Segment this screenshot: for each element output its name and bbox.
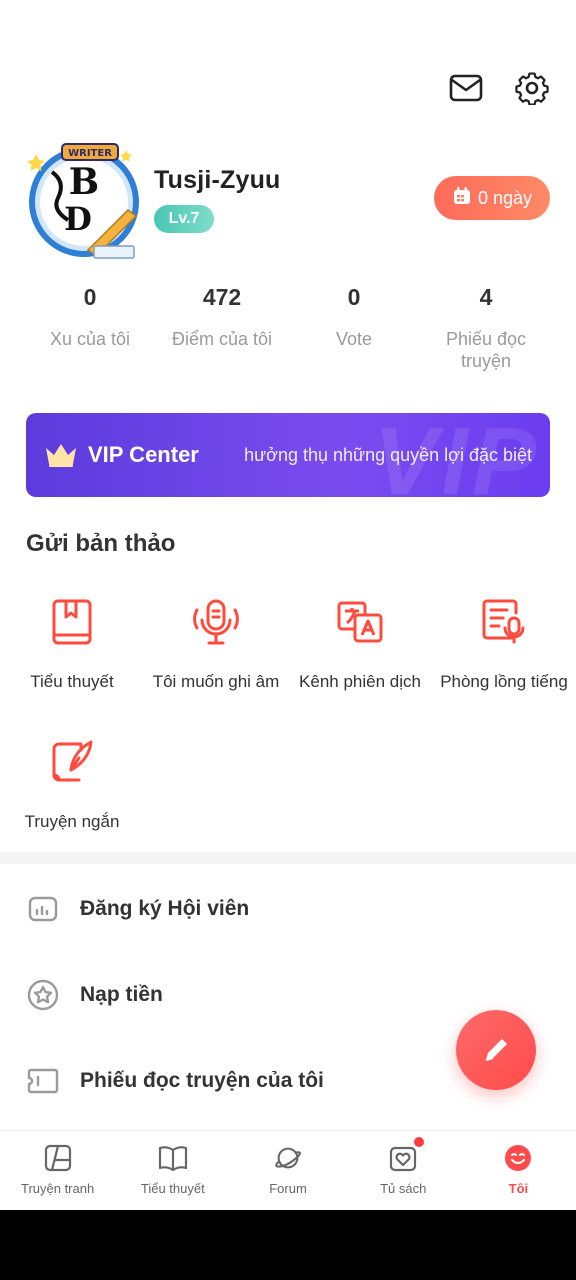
submit-dubbing[interactable]: Phòng lồng tiếng: [432, 592, 576, 732]
vip-center-banner[interactable]: VIP VIP Center hưởng thụ những quyền lợi…: [26, 413, 550, 497]
grid-label: Truyện ngắn: [24, 812, 120, 831]
open-book-icon: [158, 1143, 188, 1173]
microphone-icon: [186, 592, 246, 652]
profile-header: B D WRITER Tusji-Zyuu Lv.7 0 ngày: [22, 142, 550, 262]
avatar-writer-text: WRITER: [68, 148, 112, 159]
grid-label: Phòng lồng tiếng: [440, 672, 568, 691]
ticket-icon: [26, 1064, 60, 1098]
bookshelf-heart-icon: [388, 1137, 425, 1173]
stat-coins[interactable]: 0 Xu của tôi: [24, 284, 156, 372]
username: Tusji-Zyuu: [154, 166, 281, 194]
nav-label: Tiểu thuyết: [140, 1181, 205, 1196]
svg-text:B: B: [69, 161, 99, 203]
stat-reading-tickets[interactable]: 4 Phiếu đọc truyện: [420, 284, 552, 372]
membership-icon: [26, 892, 60, 926]
top-actions: [448, 70, 550, 106]
level-badge: Lv.7: [154, 205, 214, 233]
nav-forum[interactable]: Forum: [230, 1131, 345, 1210]
grid-label: Kênh phiên dịch: [299, 672, 421, 691]
nav-label: Tôi: [508, 1181, 529, 1196]
menu-label: Đăng ký Hội viên: [80, 897, 250, 920]
dubbing-icon: [474, 592, 534, 652]
stat-points[interactable]: 472 Điểm của tôi: [156, 284, 288, 372]
menu-membership[interactable]: Đăng ký Hội viên: [0, 866, 576, 952]
checkin-button[interactable]: 0 ngày: [434, 176, 550, 220]
nav-me[interactable]: Tôi: [461, 1131, 576, 1210]
nav-bookshelf[interactable]: Tủ sách: [346, 1131, 461, 1210]
stat-value: 4: [479, 284, 493, 310]
write-fab-button[interactable]: [456, 1010, 536, 1090]
checkin-label: 0 ngày: [477, 187, 533, 208]
stat-value: 472: [202, 284, 242, 310]
submit-translation[interactable]: Kênh phiên dịch: [288, 592, 432, 732]
menu-label: Nạp tiền: [80, 983, 163, 1006]
nav-label: Tủ sách: [380, 1181, 427, 1196]
grid-label: Tôi muốn ghi âm: [152, 672, 280, 691]
profile-screen: B D WRITER Tusji-Zyuu Lv.7 0 ngày 0 Xu c…: [0, 0, 576, 1210]
vip-title: VIP Center: [88, 442, 199, 467]
avatar[interactable]: B D WRITER: [22, 142, 150, 262]
translate-icon: [330, 592, 390, 652]
vip-watermark: VIP: [373, 413, 540, 497]
stat-label: Điểm của tôi: [171, 329, 273, 349]
section-divider: [0, 852, 576, 864]
nav-novels[interactable]: Tiểu thuyết: [115, 1131, 230, 1210]
stat-value: 0: [83, 284, 97, 310]
submit-short-story[interactable]: Truyện ngắn: [0, 732, 144, 872]
calendar-icon: [452, 186, 472, 211]
star-coin-icon: [26, 978, 60, 1012]
stat-vote[interactable]: 0 Vote: [288, 284, 420, 372]
system-nav-bar: [0, 1210, 576, 1280]
book-icon: [42, 592, 102, 652]
submit-section-title: Gửi bản thảo: [26, 530, 176, 557]
stat-label: Vote: [335, 329, 373, 349]
stat-value: 0: [347, 284, 361, 310]
crown-icon: [44, 442, 78, 468]
grid-label: Tiểu thuyết: [30, 672, 114, 691]
stat-label: Phiếu đọc truyện: [445, 329, 527, 371]
mail-icon[interactable]: [448, 70, 484, 106]
nav-label: Forum: [269, 1181, 307, 1196]
comic-icon: [43, 1143, 73, 1173]
nav-label: Truyện tranh: [20, 1181, 95, 1196]
gear-icon[interactable]: [514, 70, 550, 106]
submit-record[interactable]: Tôi muốn ghi âm: [144, 592, 288, 732]
smiley-icon: [503, 1143, 533, 1173]
stats-row: 0 Xu của tôi 472 Điểm của tôi 0 Vote 4 P…: [24, 284, 552, 372]
notification-dot: [414, 1137, 425, 1147]
submit-novel[interactable]: Tiểu thuyết: [0, 592, 144, 732]
menu-label: Phiếu đọc truyện của tôi: [80, 1069, 324, 1092]
quill-icon: [42, 732, 102, 792]
bottom-nav: Truyện tranh Tiểu thuyết Forum Tủ sách T…: [0, 1130, 576, 1210]
planet-icon: [273, 1143, 303, 1173]
stat-label: Xu của tôi: [49, 329, 131, 349]
submit-grid: Tiểu thuyết Tôi muốn ghi âm Kênh phiên d…: [0, 592, 576, 872]
pencil-icon: [480, 1034, 512, 1066]
nav-comics[interactable]: Truyện tranh: [0, 1131, 115, 1210]
